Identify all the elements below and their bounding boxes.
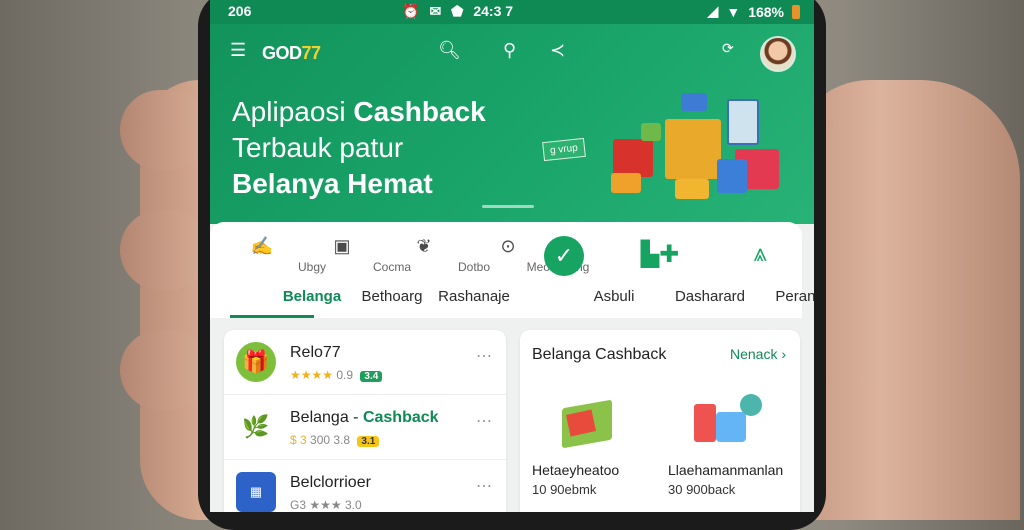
plant-icon: 🌿 [236, 407, 276, 447]
refresh-icon[interactable]: ⟳ [722, 40, 734, 57]
promo-item-price: 10 90ebmk [532, 482, 597, 497]
item-title: Belclorrioer [290, 474, 371, 491]
cashback-promo-card: Belanga Cashback Nenack › Hetaeyheatoo 1… [520, 330, 800, 512]
leaf-icon: ❦ [416, 236, 432, 256]
brand-main: GOD [262, 43, 302, 63]
mail-icon: ✉ [429, 3, 442, 19]
hero-line2: Terbauk patur [232, 132, 404, 163]
promo-item-name: Llaehamanmanlan [668, 462, 784, 478]
item-rating: 300 3.8 [310, 433, 351, 447]
promo-item-name: Hetaeyheatoo [532, 462, 620, 478]
more-icon[interactable]: ⋯ [476, 476, 492, 496]
left-finger [120, 90, 210, 170]
list-item[interactable]: 🎁 Relo77 ★★★★ 0.9 3.4 ⋯ [224, 330, 506, 395]
item-meta: ★★★★ 0.9 3.4 [290, 368, 383, 382]
gift-box [681, 93, 707, 111]
item-badge: 3.4 [360, 371, 383, 382]
item-stars: G3 ★★★ [290, 498, 342, 512]
left-finger [120, 210, 210, 290]
item-meta: G3 ★★★ 3.0 [290, 498, 362, 512]
left-finger [120, 330, 210, 410]
tab-dasharard[interactable]: ▙✚ Dasharard [610, 222, 745, 318]
item-title-accent: Cashback [362, 409, 439, 426]
app-header: ☰ GOD77 🔍︎ ⚲ ≺ ⟳ [210, 34, 814, 72]
promo-title: Belanga Cashback [532, 346, 667, 363]
list-item[interactable]: ▦ Belclorrioer G3 ★★★ 3.0 ⋯ [224, 460, 506, 512]
promo-item[interactable]: Llaehamanmanlan 30 900back [668, 384, 798, 512]
gift-box [665, 119, 721, 179]
carousel-indicator [482, 205, 534, 208]
promo-item[interactable]: Hetaeyheatoo 10 90ebmk [532, 384, 662, 512]
hero-line1-prefix: Aplipaosi [232, 96, 354, 127]
gift-boxes-illustration [605, 79, 814, 229]
battery-icon [792, 4, 800, 19]
store-icon: ▣ [333, 236, 351, 256]
more-icon[interactable]: ⋯ [476, 346, 492, 366]
promo-item-price: 30 900back [668, 482, 736, 497]
avatar[interactable] [760, 36, 796, 72]
item-title: Belanga - Cashback [290, 409, 439, 427]
hero-banner: ☰ GOD77 🔍︎ ⚲ ≺ ⟳ Aplipaosi Cashback Terb… [210, 24, 814, 224]
network-icon: ⩓ [753, 240, 767, 267]
hero-line1-bold: Cashback [353, 96, 486, 127]
gift-icon: 🎁 [236, 342, 276, 382]
app-screen: 206 ⏰ ✉ ⬟ 24:3 7 ◢ ▼ 168% ☰ GOD77 🔍︎ ⚲ ≺… [210, 0, 814, 512]
battery-percent: 168% [748, 3, 784, 20]
tab-asbuli[interactable]: ✓ Asbuli [514, 222, 634, 318]
brand-accent: 77 [301, 43, 322, 63]
phone-illustration [727, 99, 759, 145]
hero-line3: Belanya Hemat [232, 168, 433, 199]
tab-peranoors[interactable]: ⩓ Peranoors [710, 222, 814, 318]
status-time: 206 [228, 3, 252, 19]
promo-link-label: Nenack [729, 346, 778, 362]
signal-icon: ◢ [707, 3, 719, 19]
store-logo-icon: ▦ [236, 472, 276, 512]
search-icon[interactable]: 🔍︎ [438, 40, 461, 61]
more-icon[interactable]: ⋯ [476, 411, 492, 431]
item-stars: ★★★★ [290, 368, 334, 382]
location-pin-icon[interactable]: ⚲ [503, 40, 516, 61]
item-meta: $ 3 300 3.8 3.1 [290, 433, 380, 447]
gift-box [717, 159, 747, 193]
shopping-items-icon [690, 390, 762, 454]
item-title-main: Belanga - [290, 409, 363, 426]
status-center: 24:3 7 [473, 3, 514, 19]
store-list: 🎁 Relo77 ★★★★ 0.9 3.4 ⋯ 🌿 Belanga - Cash… [224, 330, 506, 512]
category-tabs: ✍ Ubgy Belanga ▣ Cocma Bethoarg ❦ Dotbo … [210, 222, 814, 318]
alarm-icon: ⏰ [402, 3, 420, 19]
dashboard-icon: ▙✚ [640, 241, 680, 268]
promo-link[interactable]: Nenack › [730, 346, 786, 362]
tab-label: Peranoors [775, 288, 814, 305]
item-title: Relo77 [290, 344, 341, 361]
status-bar: 206 ⏰ ✉ ⬟ 24:3 7 ◢ ▼ 168% [210, 0, 814, 24]
gift-box-icon [554, 390, 626, 454]
gift-box [613, 139, 653, 177]
check-circle-icon: ✓ [544, 236, 584, 276]
gift-box [611, 173, 641, 193]
gift-box [675, 179, 709, 199]
list-item[interactable]: 🌿 Belanga - Cashback $ 3 300 3.8 3.1 ⋯ [224, 395, 506, 460]
location-icon: ⬟ [451, 3, 464, 19]
wifi-icon: ▼ [726, 3, 741, 20]
hero-tag: g vrup [542, 137, 586, 162]
gift-box [641, 123, 661, 141]
share-icon[interactable]: ≺ [550, 40, 565, 61]
item-rating: 3.0 [344, 498, 362, 512]
item-rating: 0.9 [336, 368, 354, 382]
hero-headline: Aplipaosi Cashback Terbauk patur Belanya… [232, 94, 486, 202]
item-badge: 3.1 [357, 436, 380, 447]
tag-icon: ✍ [250, 236, 274, 256]
app-logo[interactable]: GOD77 [262, 43, 321, 64]
menu-icon[interactable]: ☰ [230, 40, 246, 61]
item-stars: $ 3 [290, 433, 307, 447]
chevron-right-icon: › [781, 346, 786, 362]
